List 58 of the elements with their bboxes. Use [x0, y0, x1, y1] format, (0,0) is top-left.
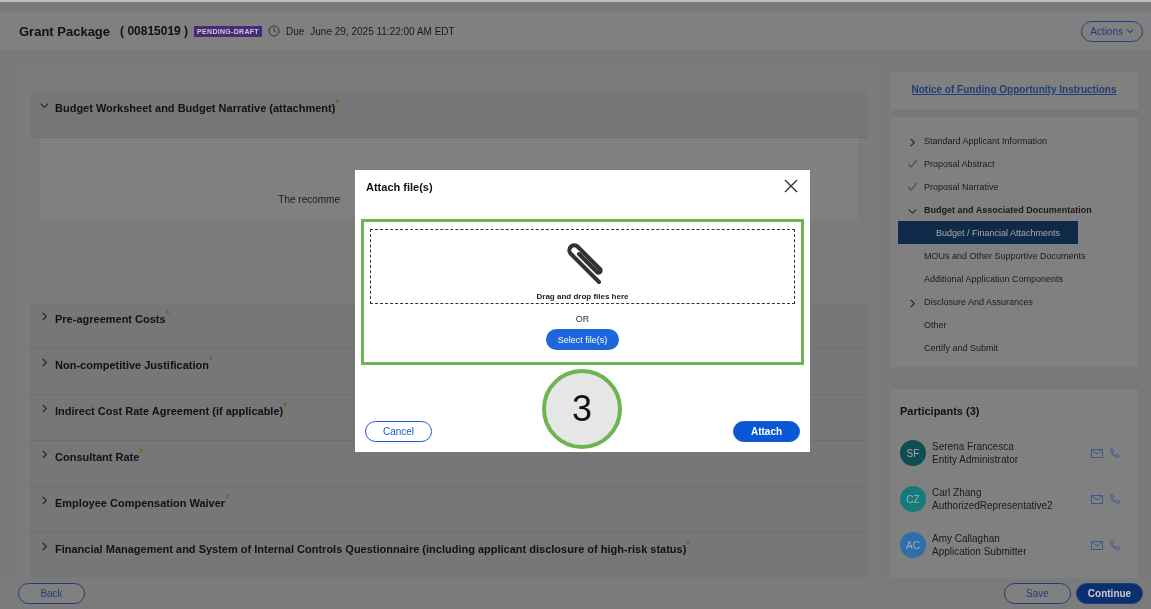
- nav-item[interactable]: Other: [898, 313, 1130, 336]
- participant-role: Application Submitter: [932, 546, 1028, 557]
- participant-role: Entity Administrator: [932, 454, 1020, 465]
- section-text: The recomme: [278, 194, 340, 207]
- phone-icon[interactable]: [1109, 539, 1120, 551]
- check-icon: [906, 182, 918, 191]
- mail-icon[interactable]: [1091, 494, 1103, 504]
- chevron-down-icon: [40, 101, 49, 110]
- nav-item[interactable]: Disclosure And Assurances: [898, 290, 1130, 313]
- chevron-right-icon: [40, 312, 49, 321]
- clock-icon: [267, 25, 280, 37]
- participant-name: Amy Callaghan: [932, 533, 1001, 544]
- chevron-right-icon: [40, 542, 49, 551]
- participant-name: Serena Francesca: [932, 441, 1015, 452]
- due-label: Due: [285, 25, 305, 37]
- mail-icon[interactable]: [1091, 448, 1103, 458]
- select-files-button[interactable]: Select file(s): [545, 329, 620, 350]
- phone-icon[interactable]: [1109, 493, 1120, 505]
- attach-button[interactable]: Attach: [733, 421, 800, 442]
- nav-item[interactable]: Certify and Submit: [898, 336, 1130, 359]
- dialog-title: Attach file(s): [366, 181, 433, 193]
- back-button[interactable]: Back: [18, 583, 85, 604]
- caret-icon: [1126, 28, 1134, 34]
- drop-zone[interactable]: Drag and drop files here: [370, 229, 795, 304]
- chevron-down-icon: [907, 206, 917, 216]
- chevron-right-icon: [40, 358, 49, 367]
- participant-role: AuthorizedRepresentative2: [932, 500, 1054, 511]
- continue-button[interactable]: Continue: [1076, 583, 1143, 604]
- nav-item[interactable]: Budget and Associated Documentation: [898, 198, 1130, 221]
- due-date: June 29, 2025 11:22:00 AM EDT: [310, 25, 455, 37]
- avatar: CZ: [900, 486, 926, 512]
- nav-item[interactable]: Standard Applicant Information: [898, 129, 1130, 152]
- close-button[interactable]: [784, 179, 800, 195]
- participants-title: Participants: [900, 405, 963, 417]
- save-button[interactable]: Save: [1004, 583, 1071, 604]
- page-title: Grant Package: [19, 23, 111, 39]
- cancel-button[interactable]: Cancel: [365, 421, 432, 442]
- chevron-right-icon: [40, 404, 49, 413]
- chevron-right-icon: [40, 496, 49, 505]
- mail-icon[interactable]: [1091, 540, 1103, 550]
- nav-item[interactable]: Proposal Abstract: [898, 152, 1130, 175]
- actions-button[interactable]: Actions: [1081, 20, 1143, 42]
- avatar: AC: [900, 532, 926, 558]
- phone-icon[interactable]: [1109, 447, 1120, 459]
- chevron-right-icon: [40, 450, 49, 459]
- record-id: ( 00815019 ): [120, 24, 189, 38]
- chevron-right-icon: [907, 298, 917, 308]
- or-text: OR: [575, 314, 590, 324]
- avatar: SF: [900, 440, 926, 466]
- nav-item[interactable]: Additional Application Components: [898, 267, 1130, 290]
- participants-count: (3): [965, 405, 980, 417]
- nav-item[interactable]: Budget / Financial Attachments: [898, 221, 1078, 244]
- chevron-right-icon: [907, 137, 917, 147]
- participant-name: Carl Zhang: [932, 487, 983, 498]
- check-icon: [906, 159, 918, 168]
- drop-text: Drag and drop files here: [536, 292, 629, 301]
- nav-item[interactable]: Proposal Narrative: [898, 175, 1130, 198]
- nav-item[interactable]: MOUs and Other Supportive Documents: [898, 244, 1130, 267]
